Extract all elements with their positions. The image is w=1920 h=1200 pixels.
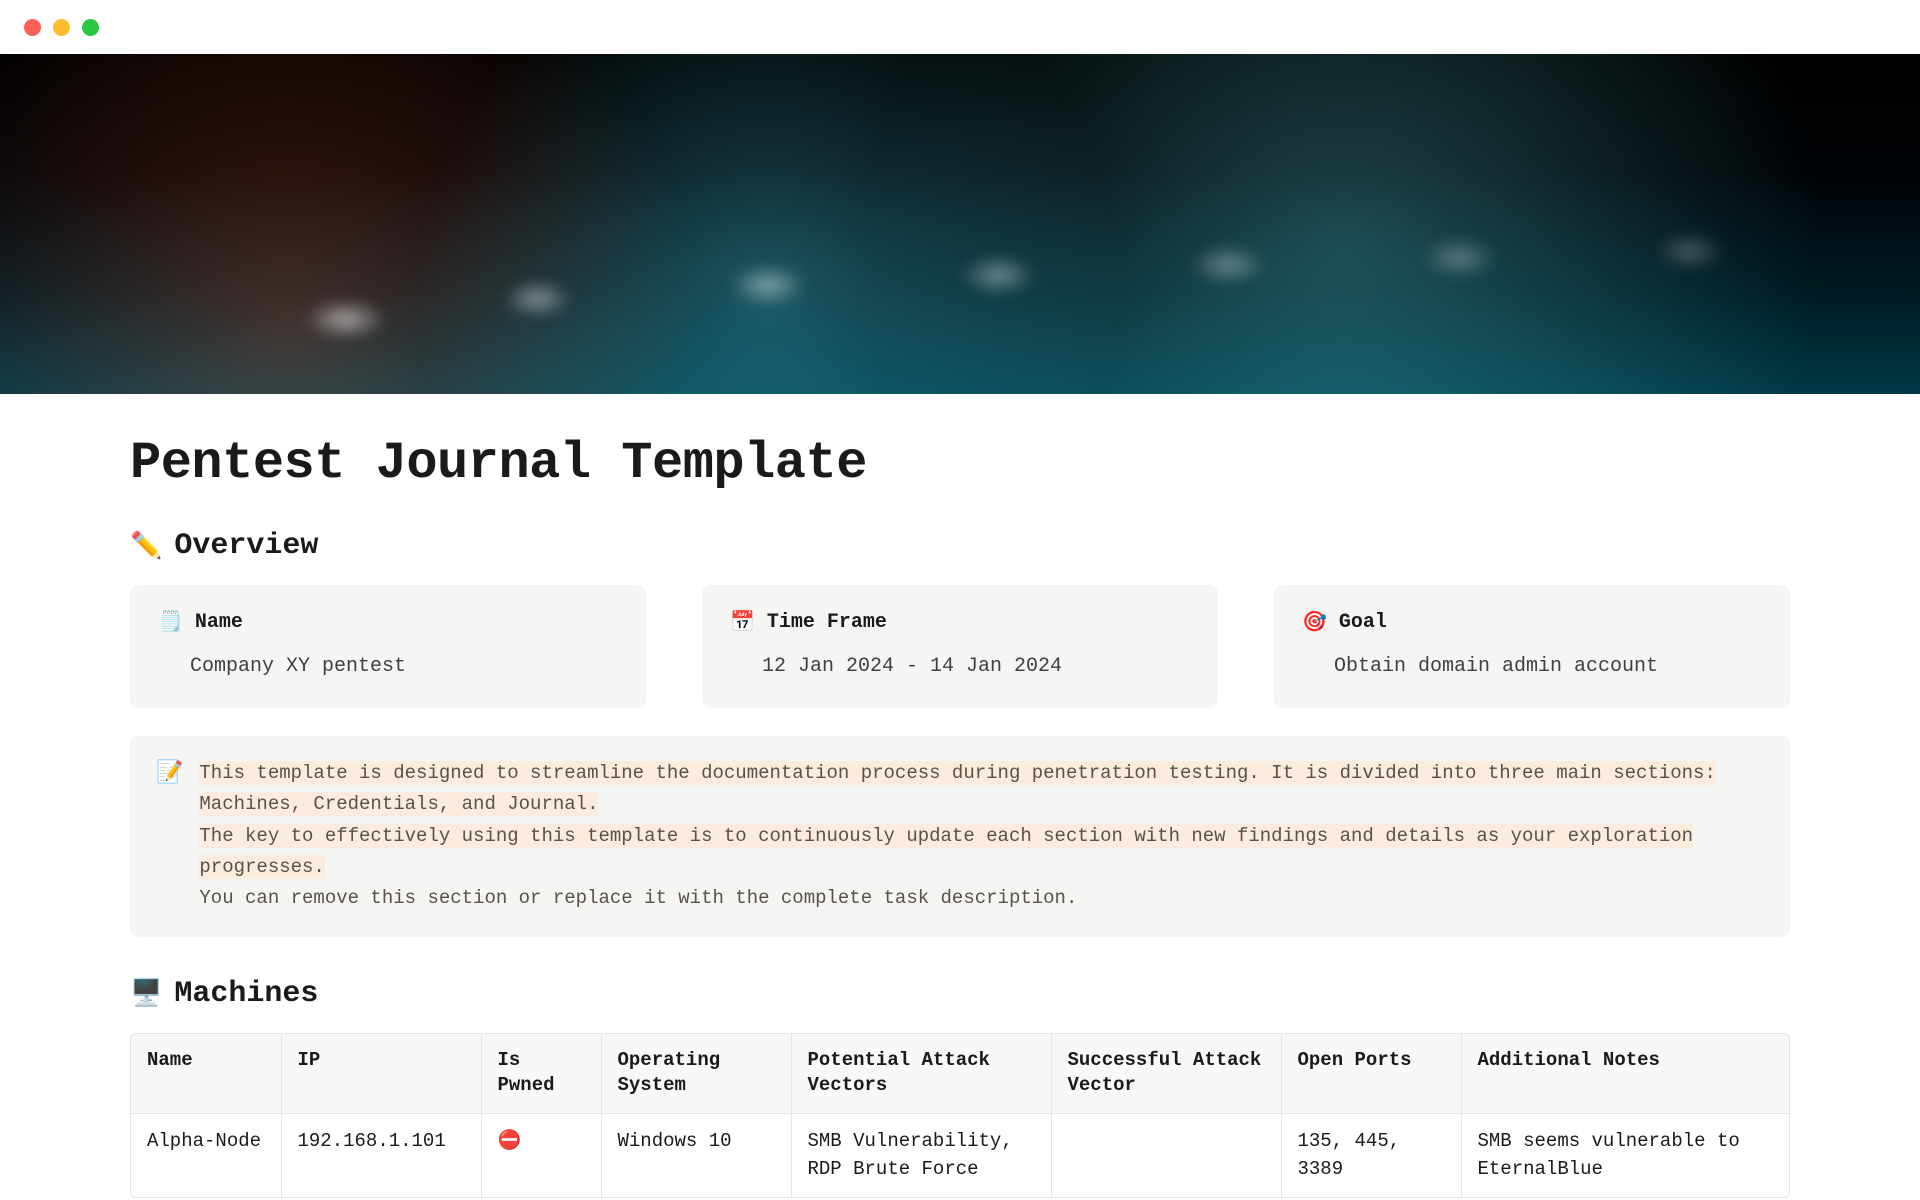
page-content: Pentest Journal Template ✏️ Overview 🗒️ …: [0, 394, 1920, 1198]
pencil-icon: ✏️: [130, 531, 162, 562]
machines-table[interactable]: Name IP Is Pwned Operating System Potent…: [130, 1033, 1790, 1198]
card-value[interactable]: Company XY pentest: [158, 655, 618, 678]
notepad-icon: 🗒️: [158, 609, 183, 635]
card-label: Time Frame: [767, 611, 887, 634]
col-notes[interactable]: Additional Notes: [1461, 1034, 1789, 1114]
cell-ip[interactable]: 192.168.1.101: [281, 1114, 481, 1198]
callout-line-1: This template is designed to streamline …: [199, 761, 1715, 816]
memo-icon: 📝: [156, 760, 183, 915]
card-label: Goal: [1339, 611, 1387, 634]
card-value[interactable]: 12 Jan 2024 - 14 Jan 2024: [730, 655, 1190, 678]
window-titlebar: [0, 0, 1920, 54]
calendar-icon: 📅: [730, 609, 755, 635]
overview-card-timeframe[interactable]: 📅 Time Frame 12 Jan 2024 - 14 Jan 2024: [702, 585, 1218, 708]
card-label: Name: [195, 611, 243, 634]
machines-heading-text: Machines: [174, 977, 318, 1011]
col-open-ports[interactable]: Open Ports: [1281, 1034, 1461, 1114]
col-potential[interactable]: Potential Attack Vectors: [791, 1034, 1051, 1114]
overview-card-name[interactable]: 🗒️ Name Company XY pentest: [130, 585, 646, 708]
callout-line-2: The key to effectively using this templa…: [199, 824, 1693, 879]
col-ip[interactable]: IP: [281, 1034, 481, 1114]
overview-cards: 🗒️ Name Company XY pentest 📅 Time Frame …: [130, 585, 1790, 708]
minimize-window-button[interactable]: [53, 19, 70, 36]
overview-card-goal[interactable]: 🎯 Goal Obtain domain admin account: [1274, 585, 1790, 708]
machines-heading[interactable]: 🖥️ Machines: [130, 977, 1790, 1011]
cell-successful[interactable]: [1051, 1114, 1281, 1198]
table-header-row: Name IP Is Pwned Operating System Potent…: [131, 1034, 1789, 1114]
col-is-pwned[interactable]: Is Pwned: [481, 1034, 601, 1114]
overview-heading[interactable]: ✏️ Overview: [130, 529, 1790, 563]
target-icon: 🎯: [1302, 609, 1327, 635]
cell-open-ports[interactable]: 135, 445, 3389: [1281, 1114, 1461, 1198]
desktop-icon: 🖥️: [130, 978, 162, 1009]
callout-body[interactable]: This template is designed to streamline …: [199, 758, 1764, 915]
table-row[interactable]: Alpha-Node 192.168.1.101 ⛔ Windows 10 SM…: [131, 1114, 1789, 1198]
zoom-window-button[interactable]: [82, 19, 99, 36]
col-os[interactable]: Operating System: [601, 1034, 791, 1114]
col-name[interactable]: Name: [131, 1034, 281, 1114]
cell-notes[interactable]: SMB seems vulnerable to EternalBlue: [1461, 1114, 1789, 1198]
page-cover-image: [0, 54, 1920, 394]
card-value[interactable]: Obtain domain admin account: [1302, 655, 1762, 678]
callout-line-3: You can remove this section or replace i…: [199, 887, 1077, 909]
overview-callout[interactable]: 📝 This template is designed to streamlin…: [130, 736, 1790, 937]
cell-potential[interactable]: SMB Vulnerability, RDP Brute Force: [791, 1114, 1051, 1198]
overview-heading-text: Overview: [174, 529, 318, 563]
cell-is-pwned[interactable]: ⛔: [481, 1114, 601, 1198]
page-title[interactable]: Pentest Journal Template: [130, 434, 1790, 493]
close-window-button[interactable]: [24, 19, 41, 36]
col-successful[interactable]: Successful Attack Vector: [1051, 1034, 1281, 1114]
cell-os[interactable]: Windows 10: [601, 1114, 791, 1198]
cell-name[interactable]: Alpha-Node: [131, 1114, 281, 1198]
